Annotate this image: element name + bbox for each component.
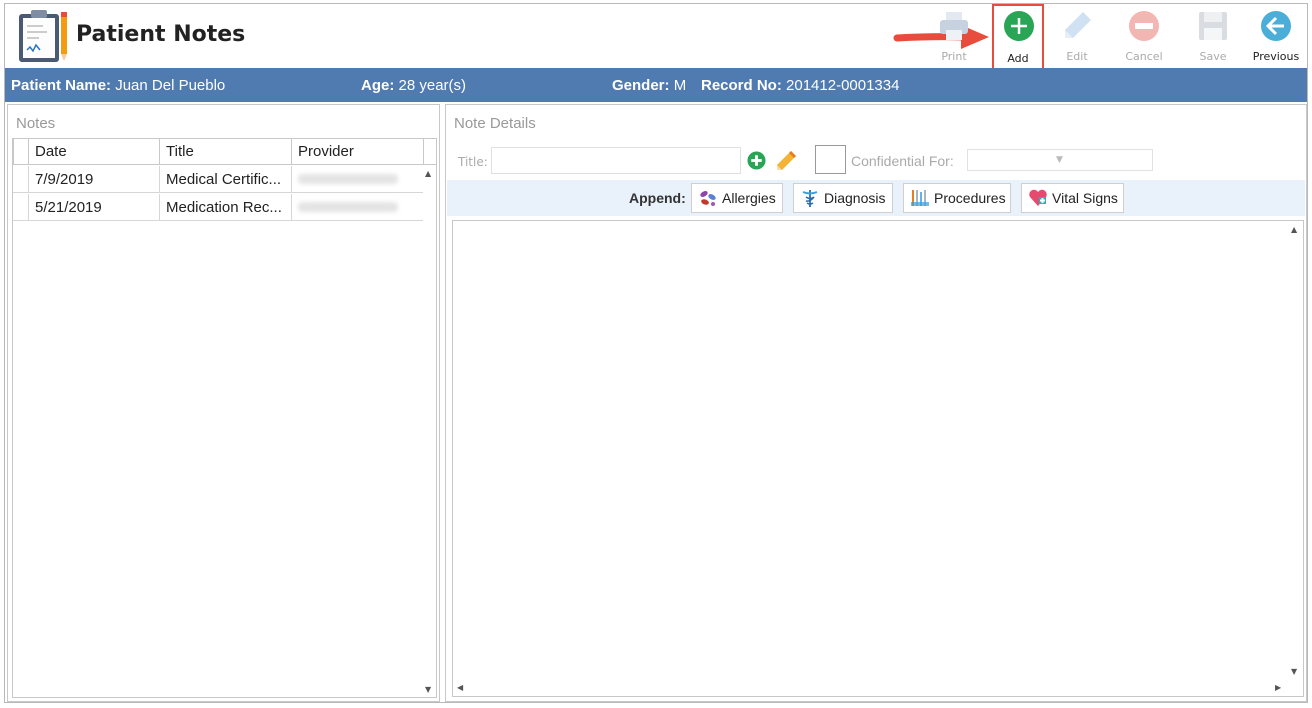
notes-grid-header: Date Title Provider (13, 139, 436, 165)
scroll-down-icon[interactable]: ▼ (425, 685, 431, 695)
column-header-title[interactable]: Title (159, 139, 291, 165)
note-editor[interactable]: ▲ ▼ ◀ ▶ (452, 220, 1304, 697)
confidential-select[interactable]: ▼ (967, 149, 1153, 171)
append-diagnosis-button[interactable]: Diagnosis (793, 183, 893, 213)
note-details-panel: Note Details Title: Confidential For: ▼ … (445, 104, 1307, 702)
caduceus-icon (802, 190, 818, 207)
cell-date: 5/21/2019 (28, 194, 159, 221)
chevron-down-icon: ▼ (1056, 155, 1063, 165)
append-bar: Append: Allergies Diagnosis Procedures V… (447, 180, 1305, 216)
notes-vertical-scrollbar[interactable]: ▲ ▼ (423, 165, 436, 697)
append-label: Append: (629, 190, 686, 206)
patient-record-no: Record No: 201412-0001334 (701, 77, 900, 94)
previous-button[interactable]: Previous (1251, 6, 1301, 66)
notes-panel: Notes Date Title Provider 7/9/2019 Medic… (7, 104, 440, 702)
table-row[interactable]: 5/21/2019 Medication Rec... (13, 194, 423, 221)
table-row[interactable]: 7/9/2019 Medical Certific... (13, 166, 423, 193)
add-title-icon[interactable] (747, 151, 766, 170)
column-header-provider[interactable]: Provider (291, 139, 423, 165)
title-field-label: Title: (458, 155, 488, 169)
arrow-left-circle-icon (1261, 11, 1291, 41)
print-button[interactable]: Print (929, 6, 979, 66)
cell-title: Medical Certific... (159, 166, 291, 193)
confidential-label: Confidential For: (851, 153, 954, 169)
notes-panel-title: Notes (16, 115, 56, 132)
append-allergies-button[interactable]: Allergies (691, 183, 783, 213)
notes-grid[interactable]: Date Title Provider 7/9/2019 Medical Cer… (12, 138, 437, 698)
editor-vertical-scrollbar[interactable]: ▲ ▼ (1289, 221, 1303, 681)
cell-provider (291, 166, 423, 193)
heart-icon (1029, 189, 1047, 206)
note-details-title: Note Details (454, 115, 536, 132)
instruments-icon (911, 190, 929, 206)
cell-date: 7/9/2019 (28, 166, 159, 193)
printer-icon (940, 12, 968, 40)
add-button[interactable]: Add (992, 4, 1044, 70)
clipboard-icon (17, 8, 71, 64)
column-header-date[interactable]: Date (28, 139, 159, 165)
edit-button[interactable]: Edit (1052, 6, 1102, 66)
editor-horizontal-scrollbar[interactable]: ◀ ▶ (453, 681, 1289, 696)
edit-title-icon[interactable] (775, 150, 797, 172)
scroll-right-icon[interactable]: ▶ (1275, 683, 1281, 693)
patient-gender: Gender: M (612, 77, 687, 94)
scroll-left-icon[interactable]: ◀ (457, 683, 463, 693)
cell-title: Medication Rec... (159, 194, 291, 221)
scroll-up-icon[interactable]: ▲ (1291, 225, 1297, 235)
floppy-disk-icon (1199, 12, 1227, 40)
patient-age: Age: 28 year(s) (361, 77, 467, 94)
cancel-button[interactable]: Cancel (1119, 6, 1169, 66)
save-button[interactable]: Save (1188, 6, 1238, 66)
pills-icon (700, 191, 716, 206)
scroll-up-icon[interactable]: ▲ (425, 169, 431, 179)
patient-info-bar: Patient Name: Juan Del Pueblo Age: 28 ye… (5, 68, 1307, 102)
plus-circle-icon (1004, 11, 1034, 41)
window: Patient Notes Print Add Edit Cancel Save… (4, 3, 1308, 703)
scroll-down-icon[interactable]: ▼ (1291, 667, 1297, 677)
pencil-icon (1065, 12, 1091, 38)
title-input[interactable] (491, 147, 741, 174)
append-vital-signs-button[interactable]: Vital Signs (1021, 183, 1124, 213)
confidential-checkbox[interactable] (815, 145, 846, 174)
header: Patient Notes Print Add Edit Cancel Save… (5, 4, 1307, 70)
patient-name: Patient Name: Juan Del Pueblo (11, 77, 226, 94)
page-title: Patient Notes (76, 22, 246, 47)
cell-provider (291, 194, 423, 221)
minus-circle-icon (1129, 11, 1159, 41)
append-procedures-button[interactable]: Procedures (903, 183, 1011, 213)
